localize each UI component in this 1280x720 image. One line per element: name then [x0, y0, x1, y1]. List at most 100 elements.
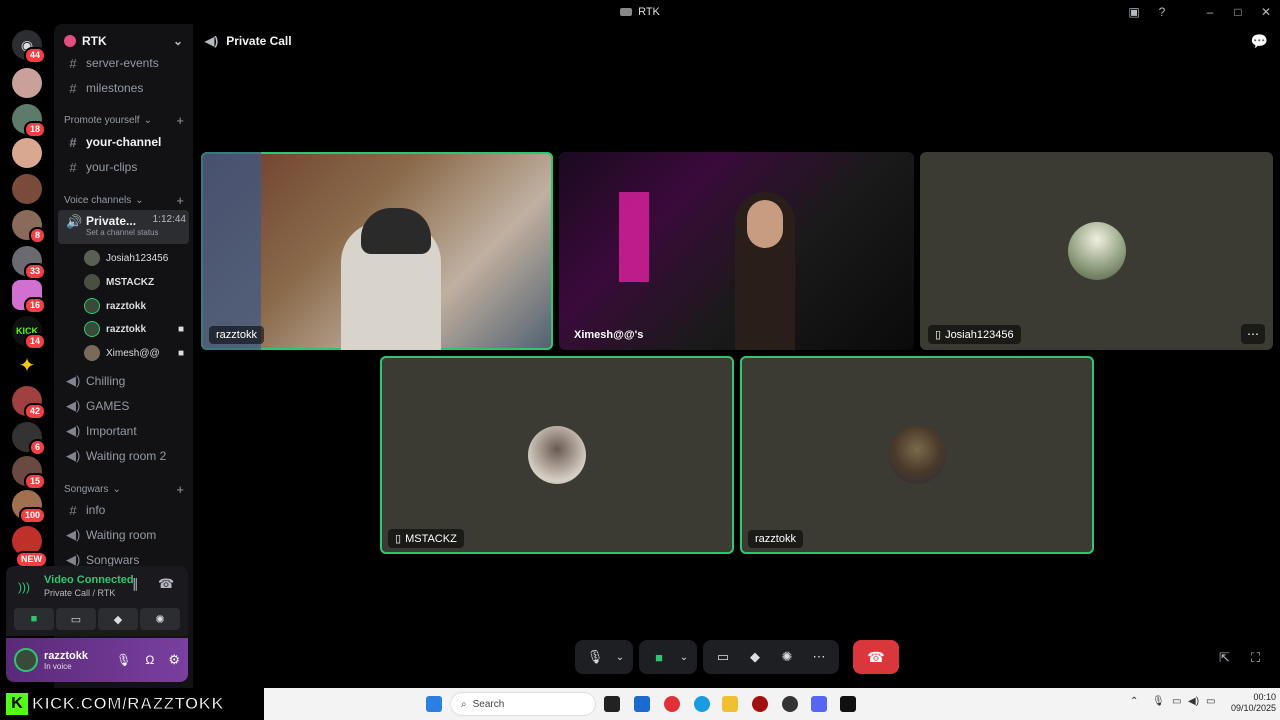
server-icon[interactable]: 15: [12, 456, 46, 490]
unread-badge: 100: [18, 507, 46, 524]
speaker-icon: ◀): [205, 34, 219, 48]
server-icon[interactable]: 6: [12, 422, 46, 456]
channel-server-events[interactable]: # server-events: [58, 52, 189, 74]
edge-icon[interactable]: [694, 696, 710, 712]
microphone-icon[interactable]: 🎙: [116, 653, 131, 667]
discord-taskbar-icon[interactable]: [811, 696, 827, 712]
headphones-icon[interactable]: Ω: [145, 653, 154, 667]
minimize-button[interactable]: –: [1196, 0, 1224, 24]
tray-chevron-icon[interactable]: ⌃: [1130, 696, 1138, 707]
server-icon[interactable]: 16: [12, 280, 46, 314]
connection-location: Private Call / RTK: [44, 588, 116, 598]
category-songwars[interactable]: Songwars ⌄ +: [64, 482, 184, 497]
battery-icon[interactable]: ▭: [1206, 696, 1215, 707]
popout-icon[interactable]: ⇱: [1219, 650, 1230, 666]
voice-channel-games[interactable]: ◀) GAMES: [58, 395, 189, 417]
channel-milestones[interactable]: # milestones: [58, 77, 189, 99]
add-channel-icon[interactable]: +: [176, 193, 184, 208]
soundboard-button[interactable]: ✺: [140, 608, 180, 630]
server-icon[interactable]: 8: [12, 210, 46, 244]
voice-user[interactable]: razztokk ■: [84, 319, 184, 339]
server-icon[interactable]: NEW: [12, 526, 48, 568]
channel-info[interactable]: # info: [58, 499, 189, 521]
chevron-down-icon[interactable]: ⌄: [677, 643, 691, 671]
voice-connection-panel: ))) Video Connected Private Call / RTK ∥…: [6, 566, 188, 636]
channel-status-hint[interactable]: Set a channel status: [86, 228, 186, 237]
disconnect-call-button[interactable]: ☎: [853, 640, 899, 674]
app-icon[interactable]: [752, 696, 768, 712]
direct-messages-button[interactable]: ◉ 44: [12, 30, 46, 64]
fullscreen-icon[interactable]: ⛶: [1251, 650, 1260, 666]
more-options-button[interactable]: ⋯: [805, 643, 833, 671]
opera-icon[interactable]: [664, 696, 680, 712]
chat-bubble-icon[interactable]: 💬: [1251, 33, 1268, 50]
avatar[interactable]: [14, 648, 38, 672]
app-icon[interactable]: [782, 696, 798, 712]
speaker-icon: ◀): [66, 373, 81, 388]
participant-tile[interactable]: ▯ MSTACKZ: [380, 356, 734, 554]
activity-button[interactable]: ◆: [98, 608, 138, 630]
server-icon[interactable]: 33: [12, 246, 46, 280]
activity-button[interactable]: ◆: [741, 643, 769, 671]
hash-icon: #: [69, 134, 77, 150]
sparkle-server-icon[interactable]: ✦: [12, 350, 42, 380]
kick-server-icon[interactable]: KICK 14: [12, 316, 46, 350]
task-view-icon[interactable]: [604, 696, 620, 712]
video-tile[interactable]: razztokk: [201, 152, 553, 350]
camera-button[interactable]: ■: [645, 643, 673, 671]
soundboard-button[interactable]: ✺: [773, 643, 801, 671]
voice-channel-chilling[interactable]: ◀) Chilling: [58, 370, 189, 392]
voice-user[interactable]: MSTACKZ: [84, 272, 184, 292]
more-options-icon[interactable]: ⋯: [1241, 324, 1265, 344]
voice-channel-important[interactable]: ◀) Important: [58, 420, 189, 442]
network-icon[interactable]: ▭: [1172, 696, 1181, 707]
participant-tile[interactable]: razztokk: [740, 356, 1094, 554]
server-icon[interactable]: 100: [12, 490, 46, 524]
screen-share-button[interactable]: ▭: [56, 608, 96, 630]
inbox-icon[interactable]: ▣: [1120, 0, 1148, 24]
voice-user[interactable]: Josiah123456: [84, 248, 184, 268]
channel-your-channel[interactable]: # your-channel: [58, 131, 189, 153]
channel-your-clips[interactable]: # your-clips: [58, 156, 189, 178]
gear-icon[interactable]: ⚙: [168, 652, 180, 668]
add-channel-icon[interactable]: +: [176, 482, 184, 497]
unread-badge: 16: [23, 297, 46, 314]
user-status: In voice: [44, 661, 72, 671]
server-icon[interactable]: [12, 174, 42, 204]
clock[interactable]: 00:10 09/10/2025: [1226, 692, 1276, 714]
video-tile[interactable]: Ximesh@@'s: [559, 152, 914, 350]
voice-user[interactable]: Ximesh@@ ■: [84, 343, 184, 363]
camera-button[interactable]: ■: [14, 608, 54, 630]
voice-channel-waiting-room[interactable]: ◀) Waiting room: [58, 524, 189, 546]
category-voice[interactable]: Voice channels ⌄ +: [64, 193, 184, 208]
connection-status[interactable]: Video Connected: [44, 574, 134, 586]
window-title: RTK: [620, 6, 660, 18]
microphone-button[interactable]: 🎙: [581, 643, 609, 671]
category-promote[interactable]: Promote yourself ⌄ +: [64, 113, 184, 128]
disconnect-icon[interactable]: ☎: [158, 576, 174, 592]
voice-channel-waiting-room-2[interactable]: ◀) Waiting room 2: [58, 445, 189, 467]
noise-suppression-icon[interactable]: ∥: [132, 576, 139, 592]
participant-tile[interactable]: ▯ Josiah123456 ⋯: [920, 152, 1273, 350]
server-icon[interactable]: [12, 138, 42, 168]
screen-share-button[interactable]: ▭: [709, 643, 737, 671]
help-icon[interactable]: ?: [1148, 0, 1176, 24]
file-explorer-icon[interactable]: [722, 696, 738, 712]
video-camera-icon: ■: [177, 323, 184, 335]
server-icon[interactable]: 42: [12, 386, 46, 420]
start-icon[interactable]: [426, 696, 442, 712]
tray-mic-icon[interactable]: 🎙: [1152, 696, 1165, 707]
close-button[interactable]: ✕: [1252, 0, 1280, 24]
server-icon[interactable]: 18: [12, 104, 46, 138]
maximize-button[interactable]: □: [1224, 0, 1252, 24]
add-channel-icon[interactable]: +: [176, 113, 184, 128]
store-icon[interactable]: [634, 696, 650, 712]
volume-icon[interactable]: ◀): [1188, 696, 1199, 707]
server-icon[interactable]: [12, 68, 42, 98]
search-input[interactable]: ⌕ Search: [450, 692, 596, 716]
chevron-down-icon[interactable]: ⌄: [613, 643, 627, 671]
terminal-icon[interactable]: [840, 696, 856, 712]
voice-user[interactable]: razztokk: [84, 296, 184, 316]
voice-channel-private-call[interactable]: 🔊 Private... 1:12:44 Set a channel statu…: [58, 210, 189, 244]
avatar: [84, 345, 100, 361]
